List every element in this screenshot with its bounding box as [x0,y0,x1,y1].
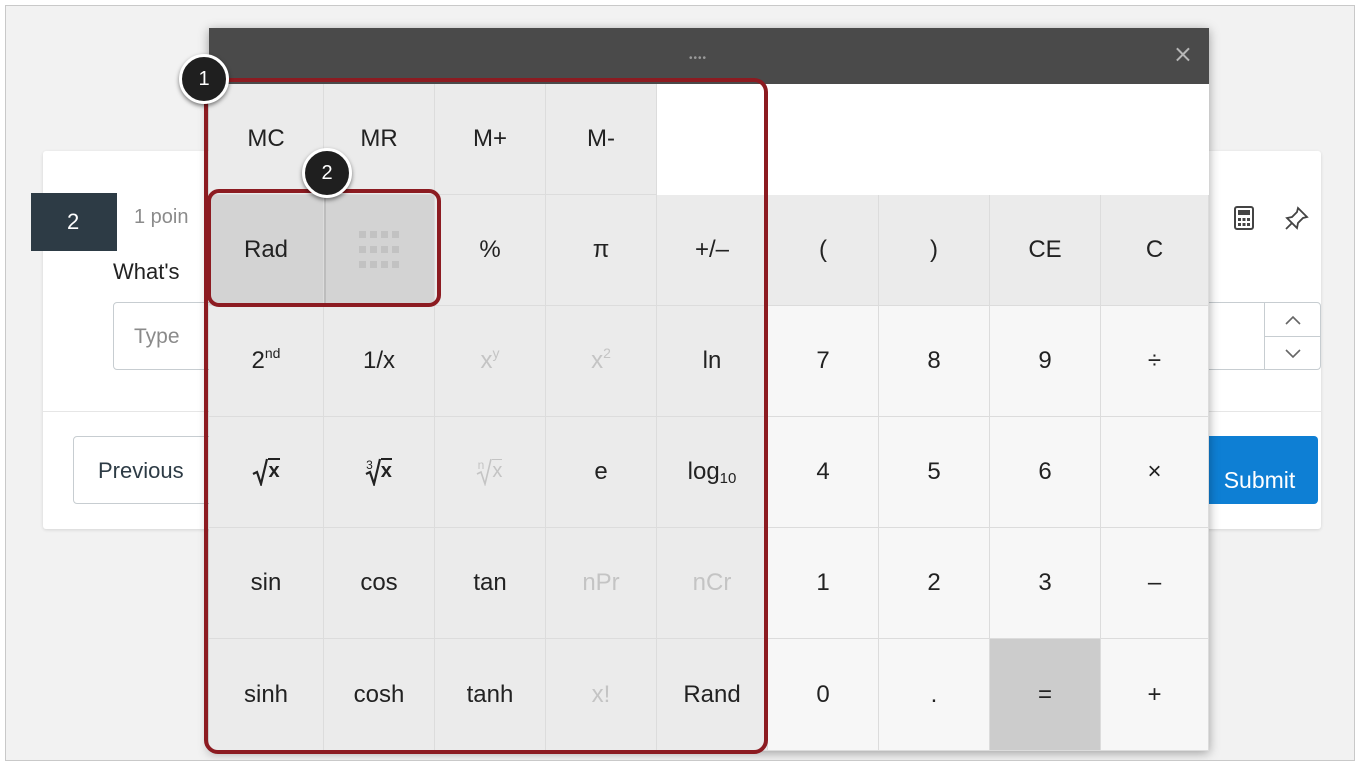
log-base: log [687,458,720,485]
answer-placeholder: Type [134,325,180,348]
second-key-label: 2 [251,347,265,374]
question-points: 1 poin [134,206,189,228]
m-plus-key[interactable]: M+ [435,84,546,195]
rad-key[interactable]: Rad [209,195,324,306]
cosh-key[interactable]: cosh [324,639,435,751]
close-icon[interactable]: × [1173,40,1193,68]
x-pow-y-key[interactable]: xy [435,306,546,417]
callout-badge-1: 1 [179,54,229,104]
digit-7-key[interactable]: 7 [768,306,879,417]
keypad-toggle-key[interactable] [324,195,435,306]
equals-key[interactable]: = [990,639,1101,751]
question-text: What's [113,259,180,284]
npr-key[interactable]: nPr [546,528,657,639]
sqrt-x: x [268,458,280,482]
calculator-icon[interactable] [1229,203,1259,233]
pin-icon[interactable] [1282,203,1312,233]
calculator-display [657,84,1209,195]
decimal-key[interactable]: . [879,639,990,751]
x-squared-sup: 2 [603,345,611,361]
percent-key[interactable]: % [435,195,546,306]
sin-key[interactable]: sin [209,528,324,639]
stepper-down-icon[interactable] [1265,337,1321,370]
x-squared-base: x [591,347,604,374]
drag-grip-icon[interactable]: •••• [689,53,707,64]
stepper-up-icon[interactable] [1265,303,1321,337]
digit-3-key[interactable]: 3 [990,528,1101,639]
second-function-key[interactable]: 2nd [209,306,324,417]
ln-key[interactable]: ln [657,306,768,417]
tanh-key[interactable]: tanh [435,639,546,751]
minus-key[interactable]: – [1101,528,1209,639]
ce-key[interactable]: CE [990,195,1101,306]
square-root-key[interactable]: x [209,417,324,528]
divide-key[interactable]: ÷ [1101,306,1209,417]
x-pow-y-sup: y [492,345,500,361]
log10-key[interactable]: log 10 [657,417,768,528]
app-frame: 2 1 poin What's Type Previous Submit •••… [5,5,1355,761]
plus-minus-key[interactable]: +/– [657,195,768,306]
digit-8-key[interactable]: 8 [879,306,990,417]
tan-key[interactable]: tan [435,528,546,639]
digit-2-key[interactable]: 2 [879,528,990,639]
rand-key[interactable]: Rand [657,639,768,751]
nroot-x: x [492,458,503,482]
reciprocal-key[interactable]: 1/x [324,306,435,417]
digit-9-key[interactable]: 9 [990,306,1101,417]
callout-badge-2: 2 [302,148,352,198]
x-squared-key[interactable]: x2 [546,306,657,417]
factorial-key[interactable]: x! [546,639,657,751]
cbrt-x: x [380,458,392,482]
question-number-badge: 2 [31,193,117,251]
digit-6-key[interactable]: 6 [990,417,1101,528]
nth-root-key[interactable]: nx [435,417,546,528]
log-sub: 10 [719,469,737,487]
answer-stepper[interactable] [1264,303,1321,369]
ncr-key[interactable]: nCr [657,528,768,639]
close-paren-key[interactable]: ) [879,195,990,306]
plus-key[interactable]: + [1101,639,1209,751]
multiply-key[interactable]: × [1101,417,1209,528]
digit-1-key[interactable]: 1 [768,528,879,639]
digit-5-key[interactable]: 5 [879,417,990,528]
radical-icon [476,458,493,486]
x-pow-y-base: x [480,347,493,374]
e-key[interactable]: e [546,417,657,528]
second-key-sup: nd [264,345,281,361]
open-paren-key[interactable]: ( [768,195,879,306]
cube-root-key[interactable]: 3x [324,417,435,528]
digit-4-key[interactable]: 4 [768,417,879,528]
keypad-grid-icon [359,231,399,268]
sinh-key[interactable]: sinh [209,639,324,751]
calculator-window[interactable]: •••• × MC MR M+ M- Rad % π +/– ( ) CE C … [209,28,1209,751]
clear-key[interactable]: C [1101,195,1209,306]
digit-0-key[interactable]: 0 [768,639,879,751]
m-minus-key[interactable]: M- [546,84,657,195]
radical-icon [252,458,269,486]
cos-key[interactable]: cos [324,528,435,639]
pi-key[interactable]: π [546,195,657,306]
radical-icon [365,458,381,486]
calculator-titlebar[interactable]: •••• × [209,28,1209,84]
